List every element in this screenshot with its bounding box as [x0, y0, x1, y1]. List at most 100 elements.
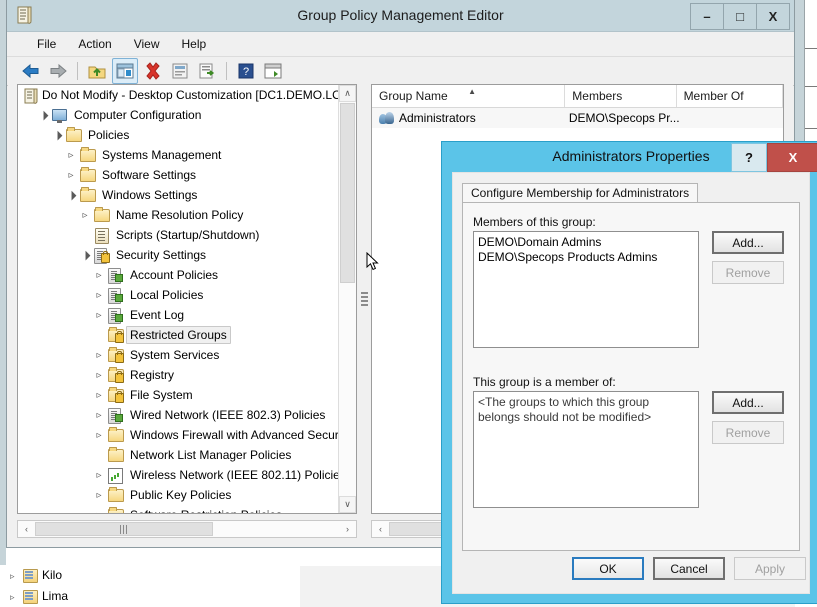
- collapse-arrow-icon[interactable]: [92, 290, 106, 301]
- scroll-left-icon[interactable]: ‹: [372, 521, 389, 537]
- collapse-arrow-icon[interactable]: [92, 510, 106, 514]
- collapse-arrow-icon[interactable]: [92, 310, 106, 321]
- tree-item-software-settings[interactable]: Software Settings: [18, 165, 356, 185]
- collapse-arrow-icon[interactable]: [92, 270, 106, 281]
- tree-item-policies[interactable]: Policies: [18, 125, 356, 145]
- list-column-member-of[interactable]: Member Of: [677, 85, 783, 107]
- ok-button[interactable]: OK: [572, 557, 644, 580]
- menu-bar: File Action View Help: [7, 32, 794, 57]
- expand-arrow-icon[interactable]: [64, 190, 78, 201]
- menu-view[interactable]: View: [124, 34, 170, 54]
- collapse-arrow-icon[interactable]: [92, 410, 106, 421]
- tree-item-restricted-groups[interactable]: Restricted Groups: [18, 325, 356, 345]
- memberof-label: This group is a member of:: [473, 375, 616, 389]
- tree-vertical-scrollbar[interactable]: ∧ ∨: [338, 85, 356, 513]
- administrators-properties-dialog: Administrators Properties ? X Configure …: [441, 141, 817, 604]
- scroll-left-icon[interactable]: ‹: [18, 521, 35, 537]
- folder-icon: [106, 447, 124, 463]
- tree-item-windows-settings[interactable]: Windows Settings: [18, 185, 356, 205]
- members-item[interactable]: DEMO\Domain Admins: [478, 235, 694, 250]
- show-pane-icon[interactable]: [261, 59, 285, 83]
- tree-scrollbar-thumb[interactable]: [340, 103, 355, 283]
- cancel-button[interactable]: Cancel: [653, 557, 725, 580]
- background-tree-item-kilo[interactable]: ▹ Kilo: [10, 565, 62, 585]
- back-icon[interactable]: [19, 59, 43, 83]
- tree-item-event-log[interactable]: Event Log: [18, 305, 356, 325]
- pane-splitter[interactable]: [359, 84, 370, 514]
- delete-icon[interactable]: [141, 59, 165, 83]
- tree-item-name-resolution-policy[interactable]: Name Resolution Policy: [18, 205, 356, 225]
- close-button[interactable]: X: [756, 3, 790, 30]
- tree-item-public-key-policies[interactable]: Public Key Policies: [18, 485, 356, 505]
- tree-item-label: Computer Configuration: [74, 108, 202, 122]
- maximize-button[interactable]: □: [723, 3, 757, 30]
- tree-item-label: Account Policies: [130, 268, 219, 282]
- collapse-arrow-icon[interactable]: [92, 350, 106, 361]
- properties-icon[interactable]: [168, 59, 192, 83]
- ou-folder-icon: [22, 589, 38, 604]
- tree-root-node[interactable]: Do Not Modify - Desktop Customization [D…: [18, 85, 356, 105]
- export-list-icon[interactable]: [195, 59, 219, 83]
- expand-arrow-icon[interactable]: [78, 250, 92, 261]
- dialog-close-button[interactable]: X: [767, 143, 817, 172]
- members-add-button[interactable]: Add...: [712, 231, 784, 254]
- collapse-arrow-icon[interactable]: [64, 170, 78, 181]
- list-column-members[interactable]: Members: [565, 85, 677, 107]
- show-hide-console-tree-icon[interactable]: [112, 58, 138, 84]
- dialog-help-button[interactable]: ?: [731, 143, 767, 172]
- tab-configure-membership[interactable]: Configure Membership for Administrators: [462, 183, 699, 203]
- tree-item-local-policies[interactable]: Local Policies: [18, 285, 356, 305]
- scroll-right-icon[interactable]: ›: [339, 521, 356, 537]
- list-column-label: Member Of: [683, 89, 744, 103]
- tree-item-wireless-network-ieee-802-11-policies[interactable]: Wireless Network (IEEE 802.11) Policies: [18, 465, 356, 485]
- collapse-arrow-icon[interactable]: [92, 430, 106, 441]
- table-row[interactable]: Administrators DEMO\Specops Pr...: [372, 108, 783, 128]
- collapse-arrow-icon[interactable]: [92, 490, 106, 501]
- tree-item-security-settings[interactable]: Security Settings: [18, 245, 356, 265]
- tree-item-systems-management[interactable]: Systems Management: [18, 145, 356, 165]
- menu-action[interactable]: Action: [68, 34, 121, 54]
- up-folder-icon[interactable]: [85, 59, 109, 83]
- tree-hscroll-thumb[interactable]: [35, 522, 213, 536]
- collapse-arrow-icon[interactable]: [92, 370, 106, 381]
- collapse-arrow-icon[interactable]: [64, 150, 78, 161]
- list-cell-text: DEMO\Specops Pr...: [568, 111, 680, 125]
- tree-item-label: System Services: [130, 348, 220, 362]
- menu-file[interactable]: File: [27, 34, 66, 54]
- expand-arrow-icon[interactable]: [36, 110, 50, 121]
- tree-item-account-policies[interactable]: Account Policies: [18, 265, 356, 285]
- memberof-listbox[interactable]: <The groups to which this group belongs …: [473, 391, 699, 508]
- collapse-arrow-icon[interactable]: [92, 390, 106, 401]
- tree-item-software-restriction-policies[interactable]: Software Restriction Policies: [18, 505, 356, 514]
- tree-hscroll-track[interactable]: [35, 521, 339, 537]
- tree-item-scripts-startup-shutdown[interactable]: Scripts (Startup/Shutdown): [18, 225, 356, 245]
- background-divider: [805, 48, 817, 49]
- members-item[interactable]: DEMO\Specops Products Admins: [478, 250, 694, 265]
- expand-arrow-icon[interactable]: [50, 130, 64, 141]
- collapse-arrow-icon[interactable]: [92, 470, 106, 481]
- help-icon[interactable]: ?: [234, 59, 258, 83]
- tree-item-file-system[interactable]: File System: [18, 385, 356, 405]
- tree-item-computer-configuration[interactable]: Computer Configuration: [18, 105, 356, 125]
- collapse-arrow-icon[interactable]: [78, 210, 92, 221]
- members-listbox[interactable]: DEMO\Domain Admins DEMO\Specops Products…: [473, 231, 699, 348]
- menu-help[interactable]: Help: [172, 34, 217, 54]
- memberof-add-button[interactable]: Add...: [712, 391, 784, 414]
- tree-horizontal-scrollbar[interactable]: ‹ ›: [17, 520, 357, 538]
- folder-icon: [92, 207, 110, 223]
- scroll-up-icon[interactable]: ∧: [339, 85, 356, 102]
- background-divider: [805, 128, 817, 129]
- tree-item-label: Wireless Network (IEEE 802.11) Policies: [130, 468, 346, 482]
- forward-icon[interactable]: [46, 59, 70, 83]
- minimize-button[interactable]: –: [690, 3, 724, 30]
- tree-item-registry[interactable]: Registry: [18, 365, 356, 385]
- scroll-down-icon[interactable]: ∨: [339, 496, 356, 513]
- tree-item-label: Windows Settings: [102, 188, 198, 202]
- list-column-group-name[interactable]: Group Name ▲: [372, 85, 566, 107]
- svg-text:?: ?: [243, 66, 249, 78]
- tree-item-windows-firewall-with-advanced-security[interactable]: Windows Firewall with Advanced Security: [18, 425, 356, 445]
- background-tree-item-lima[interactable]: ▹ Lima: [10, 586, 68, 606]
- tree-item-system-services[interactable]: System Services: [18, 345, 356, 365]
- tree-item-wired-network-ieee-802-3-policies[interactable]: Wired Network (IEEE 802.3) Policies: [18, 405, 356, 425]
- tree-item-network-list-manager-policies[interactable]: Network List Manager Policies: [18, 445, 356, 465]
